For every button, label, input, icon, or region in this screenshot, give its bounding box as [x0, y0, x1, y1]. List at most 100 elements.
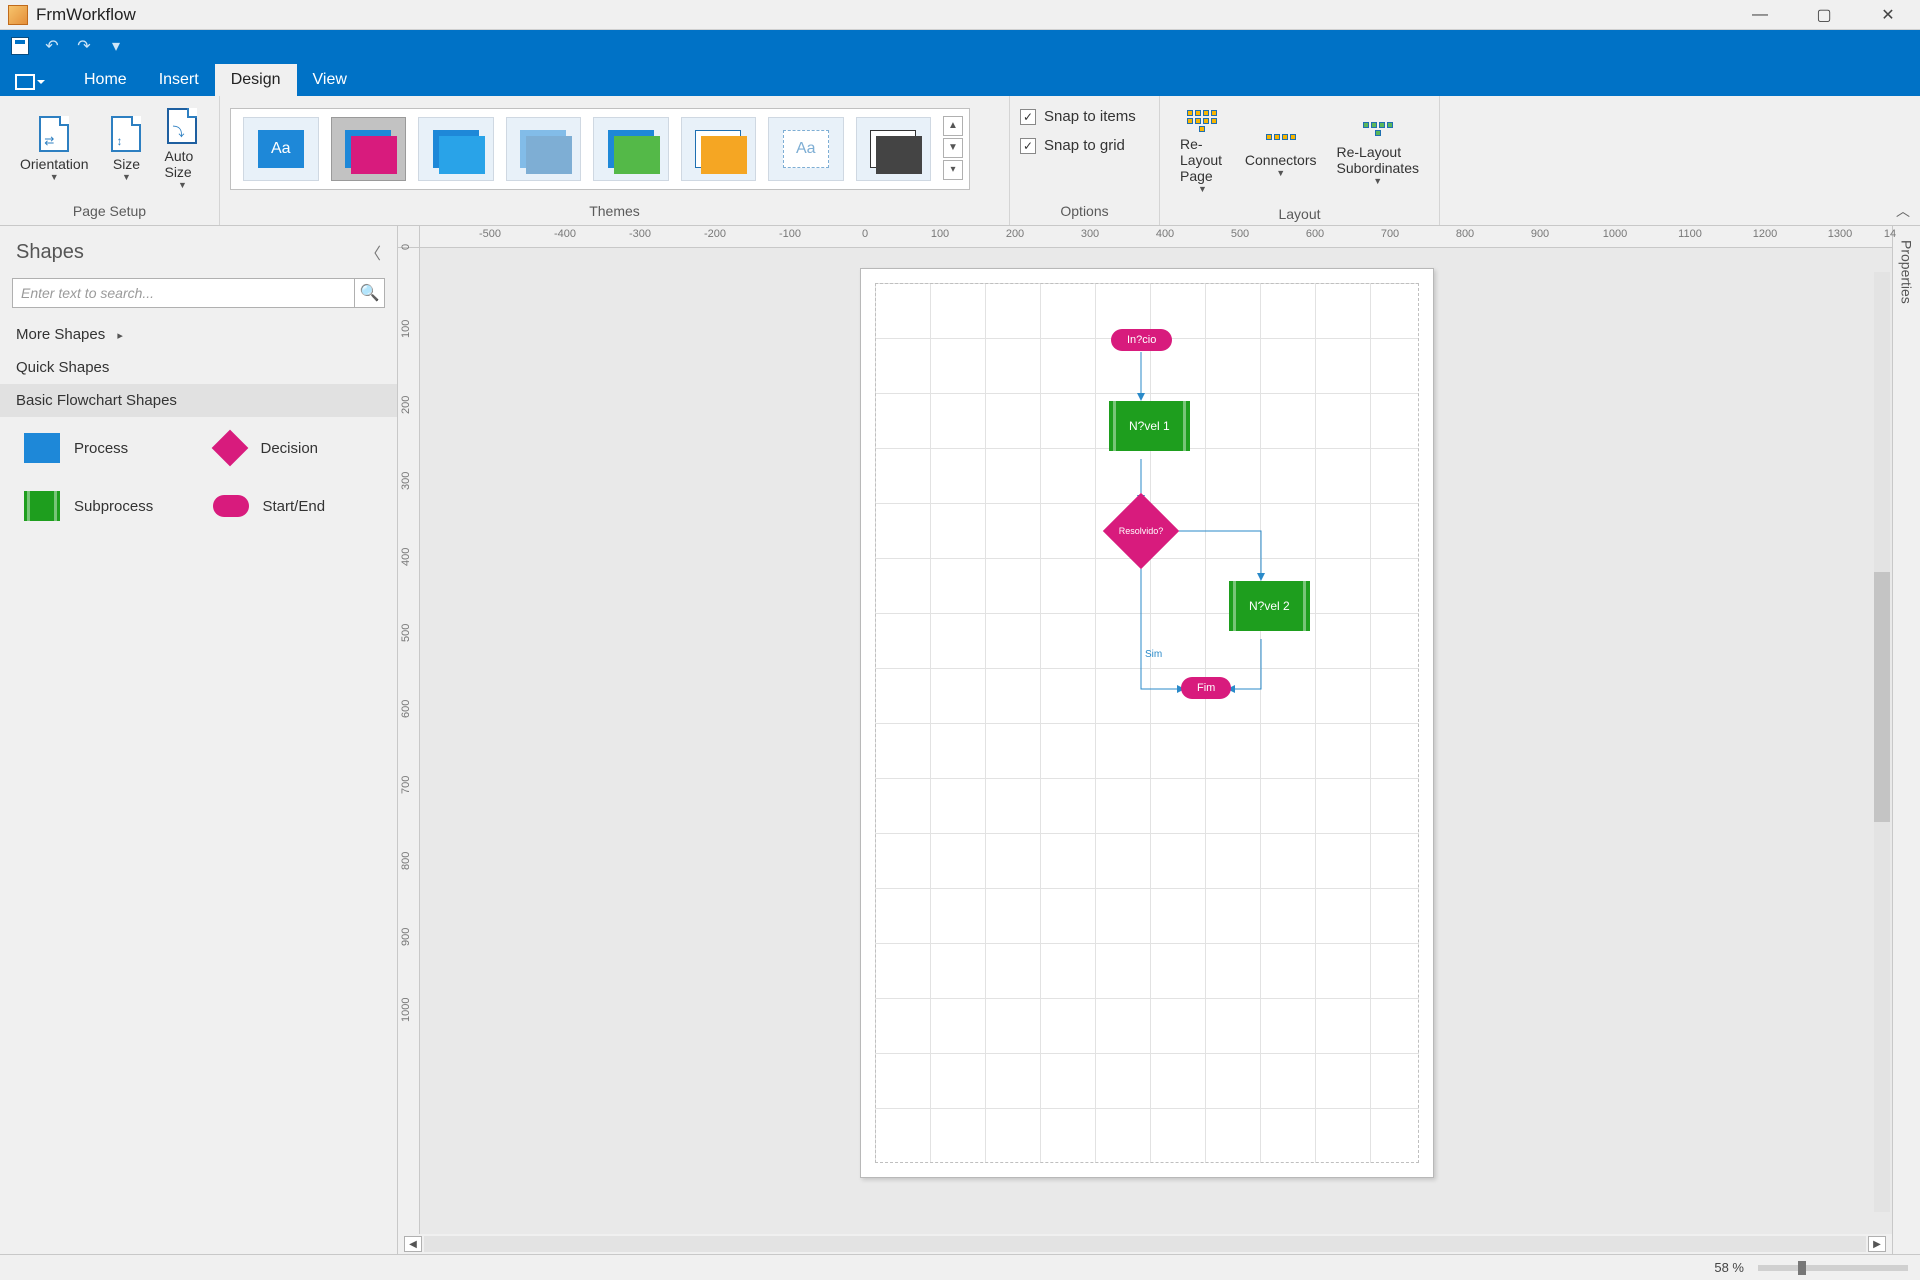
node-level2-label: N?vel 2	[1249, 599, 1290, 613]
snap-to-items-checkbox[interactable]: ✓Snap to items	[1020, 108, 1136, 125]
minimize-button[interactable]: —	[1728, 0, 1792, 30]
connectors-icon	[1263, 122, 1299, 152]
shape-start-end[interactable]: Start/End	[199, 491, 388, 521]
collapse-ribbon-button[interactable]: ︿	[1896, 201, 1910, 221]
chevron-right-icon: ▸	[117, 330, 123, 342]
zoom-slider[interactable]	[1758, 1265, 1908, 1271]
shapes-search-input[interactable]	[12, 278, 355, 308]
search-icon[interactable]: 🔍	[355, 278, 385, 308]
process-icon	[24, 433, 60, 463]
chevron-down-icon: ▼	[1276, 168, 1285, 178]
orientation-button[interactable]: ⇄ Orientation ▼	[10, 112, 98, 186]
vertical-ruler: 0 100 200 300 400 500 600 700 800 900 10…	[398, 248, 420, 1234]
save-button[interactable]	[6, 34, 34, 58]
relayout-subordinates-button[interactable]: Re-Layout Subordinates ▼	[1326, 110, 1429, 190]
options-group-label: Options	[1010, 201, 1159, 225]
relayout-subordinates-label: Re-Layout Subordinates	[1336, 144, 1419, 176]
edge-label-yes: Sim	[1145, 649, 1162, 660]
quick-shapes-label: Quick Shapes	[16, 359, 109, 376]
chevron-down-icon: ▼	[1373, 176, 1382, 186]
ribbon: ⇄ Orientation ▼ ↕ Size ▼ ⤵ Auto Size ▼ P…	[0, 96, 1920, 226]
theme-item[interactable]: Aa	[681, 117, 757, 181]
auto-size-label: Auto Size	[164, 148, 200, 180]
diagram-page[interactable]: In?cio N?vel 1 Resolvido? N?vel 2 Fim Si…	[860, 268, 1434, 1178]
collapse-shapes-button[interactable]: 〈	[365, 240, 381, 264]
auto-size-button[interactable]: ⤵ Auto Size ▼	[154, 104, 210, 194]
tab-home[interactable]: Home	[68, 64, 143, 96]
chevron-down-icon: ▼	[50, 172, 59, 182]
relayout-page-label: Re-Layout Page	[1180, 136, 1225, 184]
themes-group-label: Themes	[220, 201, 1009, 225]
shapes-pane: Shapes 〈 🔍 More Shapes ▸ Quick Shapes Ba…	[0, 226, 398, 1254]
gallery-down-button[interactable]: ▼	[943, 138, 963, 158]
tab-view[interactable]: View	[297, 64, 363, 96]
theme-item-selected[interactable]: Aa	[331, 117, 407, 181]
theme-item[interactable]: Aa	[243, 117, 319, 181]
theme-item[interactable]: Aa	[856, 117, 932, 181]
size-button[interactable]: ↕ Size ▼	[98, 112, 154, 186]
theme-item[interactable]: Aa	[506, 117, 582, 181]
layout-group-label: Layout	[1160, 204, 1439, 225]
basic-flowchart-label: Basic Flowchart Shapes	[16, 392, 177, 409]
properties-tab-label: Properties	[1899, 240, 1915, 304]
connectors-label: Connectors	[1245, 152, 1317, 168]
grid-icon	[1184, 106, 1220, 136]
theme-item[interactable]: Aa	[418, 117, 494, 181]
tab-design[interactable]: Design	[215, 64, 297, 96]
horizontal-scrollbar[interactable]: ◀ ▶	[398, 1234, 1892, 1254]
quick-access-toolbar: ↶ ↷ ▾	[0, 30, 1920, 62]
snap-to-grid-label: Snap to grid	[1044, 137, 1125, 154]
node-end[interactable]: Fim	[1181, 677, 1231, 699]
connectors-button[interactable]: Connectors ▼	[1235, 118, 1327, 182]
vertical-scrollbar[interactable]	[1874, 272, 1890, 1212]
shapes-title: Shapes	[16, 241, 84, 264]
quick-shapes-item[interactable]: Quick Shapes	[0, 351, 397, 384]
chevron-down-icon: ▼	[178, 180, 187, 190]
scroll-left-button[interactable]: ◀	[404, 1236, 422, 1252]
node-decision-label: Resolvido?	[1114, 504, 1168, 558]
main-area: Shapes 〈 🔍 More Shapes ▸ Quick Shapes Ba…	[0, 226, 1920, 1254]
node-level2[interactable]: N?vel 2	[1229, 581, 1310, 631]
node-start[interactable]: In?cio	[1111, 329, 1172, 351]
shape-palette: Process Decision Subprocess Start/End	[0, 417, 397, 565]
undo-button[interactable]: ↶	[38, 34, 66, 58]
maximize-button[interactable]: ▢	[1792, 0, 1856, 30]
decision-icon	[211, 430, 248, 467]
relayout-page-button[interactable]: Re-Layout Page ▼	[1170, 102, 1235, 198]
shape-decision[interactable]: Decision	[199, 433, 388, 463]
diagram-viewport[interactable]: In?cio N?vel 1 Resolvido? N?vel 2 Fim Si…	[420, 248, 1892, 1234]
more-shapes-item[interactable]: More Shapes ▸	[0, 318, 397, 351]
node-level1[interactable]: N?vel 1	[1109, 401, 1190, 451]
shape-process-label: Process	[74, 440, 128, 457]
shape-decision-label: Decision	[261, 440, 319, 457]
node-level1-label: N?vel 1	[1129, 419, 1170, 433]
properties-tab[interactable]: Properties	[1892, 226, 1920, 1254]
snap-to-items-label: Snap to items	[1044, 108, 1136, 125]
gallery-up-button[interactable]: ▲	[943, 116, 963, 136]
canvas-area: -500 -400 -300 -200 -100 0 100 200 300 4…	[398, 226, 1892, 1254]
snap-to-grid-checkbox[interactable]: ✓Snap to grid	[1020, 137, 1125, 154]
basic-flowchart-item[interactable]: Basic Flowchart Shapes	[0, 384, 397, 417]
shape-subprocess[interactable]: Subprocess	[10, 491, 199, 521]
quick-access-customize[interactable]: ▾	[102, 34, 130, 58]
file-menu[interactable]	[10, 68, 50, 96]
redo-button[interactable]: ↷	[70, 34, 98, 58]
shape-process[interactable]: Process	[10, 433, 199, 463]
horizontal-ruler: -500 -400 -300 -200 -100 0 100 200 300 4…	[398, 226, 1892, 248]
close-button[interactable]: ✕	[1856, 0, 1920, 30]
status-bar: 58 %	[0, 1254, 1920, 1280]
shape-subprocess-label: Subprocess	[74, 498, 153, 515]
tree-icon	[1360, 114, 1396, 144]
ribbon-tabs: Home Insert Design View	[0, 62, 1920, 96]
gallery-more-button[interactable]: ▾	[943, 160, 963, 180]
theme-item[interactable]: Aa	[593, 117, 669, 181]
node-decision[interactable]: Resolvido?	[1103, 493, 1179, 569]
window-title: FrmWorkflow	[36, 5, 136, 25]
scroll-right-button[interactable]: ▶	[1868, 1236, 1886, 1252]
tab-insert[interactable]: Insert	[143, 64, 215, 96]
orientation-label: Orientation	[20, 156, 88, 172]
themes-gallery[interactable]: Aa Aa Aa Aa Aa Aa Aa Aa ▲ ▼ ▾	[230, 108, 970, 190]
size-label: Size	[113, 156, 140, 172]
ruler-h-ticks: -500 -400 -300 -200 -100 0 100 200 300 4…	[420, 226, 1892, 247]
theme-item[interactable]: Aa	[768, 117, 844, 181]
